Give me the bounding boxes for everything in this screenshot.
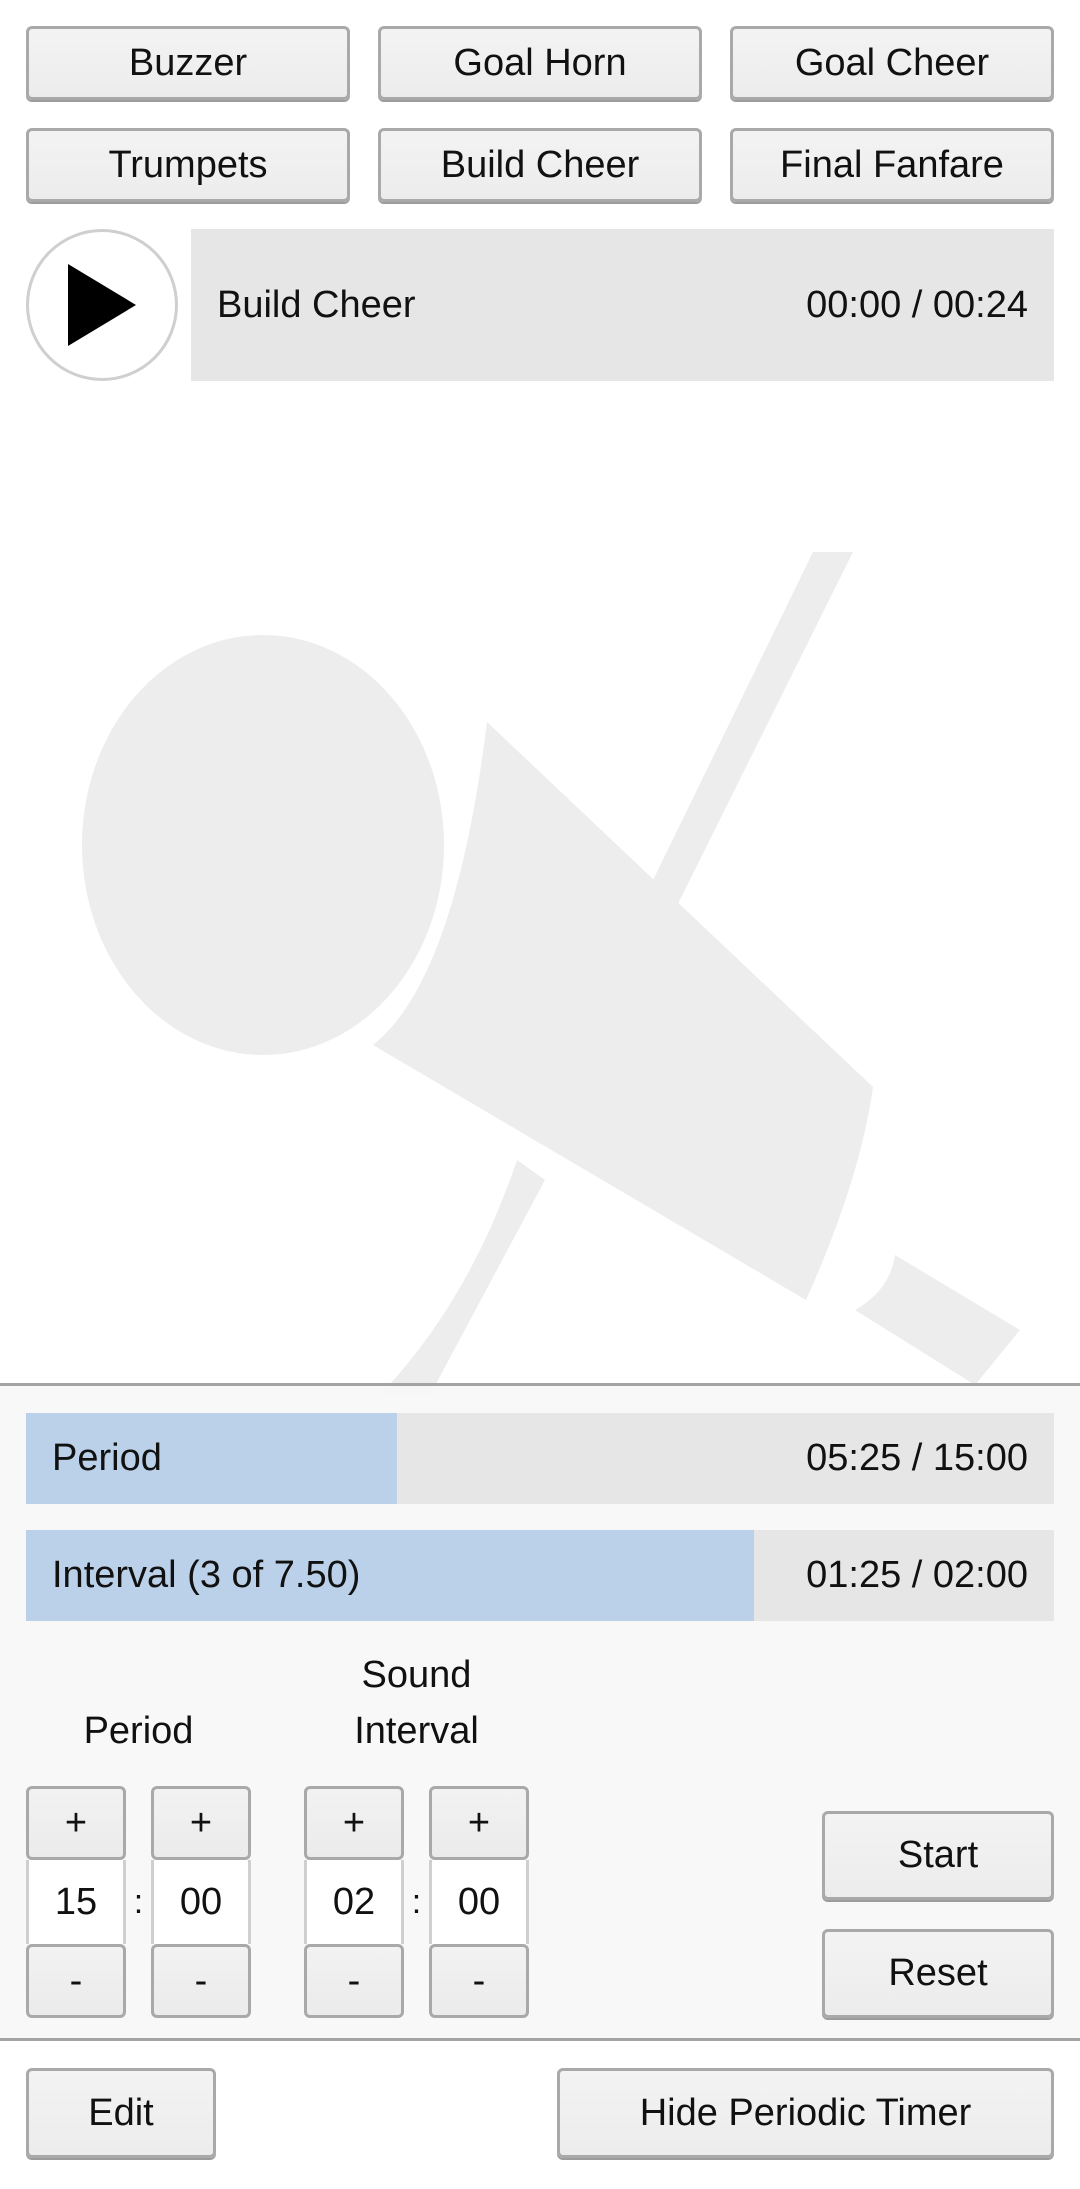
microphone-body bbox=[373, 722, 873, 1300]
period-seconds-stepper: + 00 - bbox=[151, 1786, 251, 2018]
period-separator: : bbox=[133, 1882, 144, 1921]
reset-button[interactable]: Reset bbox=[822, 1929, 1054, 2018]
interval-progress-time: 01:25 / 02:00 bbox=[806, 1554, 1028, 1596]
edit-button[interactable]: Edit bbox=[26, 2068, 216, 2158]
sound-interval-label-line1: Sound bbox=[361, 1654, 472, 1696]
interval-seconds-decrement-button[interactable]: - bbox=[429, 1944, 529, 2018]
hide-periodic-timer-button[interactable]: Hide Periodic Timer bbox=[557, 2068, 1054, 2158]
track-name: Build Cheer bbox=[217, 283, 416, 326]
footer-bar: Edit Hide Periodic Timer bbox=[0, 2038, 1080, 2189]
period-minutes-value[interactable]: 15 bbox=[26, 1860, 126, 1944]
sound-button-trumpets[interactable]: Trumpets bbox=[26, 128, 350, 202]
microphone-tail bbox=[855, 1255, 1020, 1385]
period-minutes-stepper: + 15 - bbox=[26, 1786, 126, 2018]
period-progress-label: Period bbox=[52, 1437, 162, 1479]
periodic-timer-panel: Period 05:25 / 15:00 Interval (3 of 7.50… bbox=[0, 1383, 1080, 2043]
now-playing-bar: Build Cheer 00:00 / 00:24 bbox=[191, 229, 1054, 381]
play-icon bbox=[68, 264, 136, 346]
period-setting-label: Period bbox=[83, 1710, 194, 1752]
interval-minutes-decrement-button[interactable]: - bbox=[304, 1944, 404, 2018]
period-progress-time: 05:25 / 15:00 bbox=[806, 1437, 1028, 1479]
play-button[interactable] bbox=[26, 229, 178, 381]
track-time: 00:00 / 00:24 bbox=[806, 283, 1028, 326]
sound-button-build-cheer[interactable]: Build Cheer bbox=[378, 128, 702, 202]
period-seconds-increment-button[interactable]: + bbox=[151, 1786, 251, 1860]
interval-minutes-increment-button[interactable]: + bbox=[304, 1786, 404, 1860]
period-minutes-decrement-button[interactable]: - bbox=[26, 1944, 126, 2018]
sound-button-buzzer[interactable]: Buzzer bbox=[26, 26, 350, 100]
period-seconds-decrement-button[interactable]: - bbox=[151, 1944, 251, 2018]
sound-button-goal-horn[interactable]: Goal Horn bbox=[378, 26, 702, 100]
interval-progress-label: Interval (3 of 7.50) bbox=[52, 1554, 361, 1596]
interval-seconds-stepper: + 00 - bbox=[429, 1786, 529, 2018]
interval-separator: : bbox=[411, 1882, 422, 1921]
interval-minutes-value[interactable]: 02 bbox=[304, 1860, 404, 1944]
start-button[interactable]: Start bbox=[822, 1811, 1054, 1900]
microphone-cable-upper bbox=[615, 552, 853, 980]
interval-minutes-stepper: + 02 - bbox=[304, 1786, 404, 2018]
sound-button-goal-cheer[interactable]: Goal Cheer bbox=[730, 26, 1054, 100]
interval-seconds-increment-button[interactable]: + bbox=[429, 1786, 529, 1860]
microphone-head bbox=[82, 635, 444, 1055]
period-seconds-value[interactable]: 00 bbox=[151, 1860, 251, 1944]
sound-interval-label-line2: Interval bbox=[354, 1710, 479, 1752]
interval-progress-bar: Interval (3 of 7.50) 01:25 / 02:00 bbox=[26, 1530, 1054, 1621]
period-minutes-increment-button[interactable]: + bbox=[26, 1786, 126, 1860]
period-progress-bar: Period 05:25 / 15:00 bbox=[26, 1413, 1054, 1504]
sound-button-final-fanfare[interactable]: Final Fanfare bbox=[730, 128, 1054, 202]
interval-seconds-value[interactable]: 00 bbox=[429, 1860, 529, 1944]
microphone-cable-lower bbox=[380, 1160, 545, 1395]
